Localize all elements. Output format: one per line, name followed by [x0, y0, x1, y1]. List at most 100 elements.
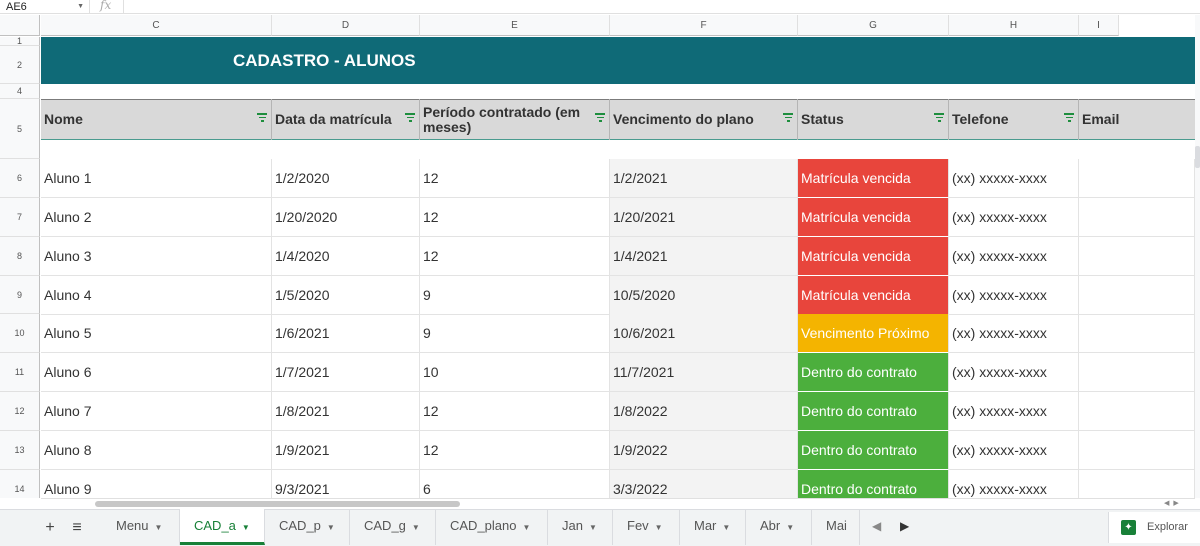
cell-periodo[interactable]: 10	[420, 353, 610, 392]
header-cell-data[interactable]: Data da matrícula	[272, 99, 420, 140]
cell-telefone[interactable]: (xx) xxxxx-xxxx	[949, 198, 1079, 237]
cell-nome[interactable]: Aluno 5	[41, 314, 272, 353]
cell-periodo[interactable]: 12	[420, 159, 610, 198]
column-header-c[interactable]: C	[41, 15, 272, 36]
cell-periodo[interactable]: 6	[420, 470, 610, 498]
cell-data-matricula[interactable]: 9/3/2021	[272, 470, 420, 498]
cell-telefone[interactable]: (xx) xxxxx-xxxx	[949, 159, 1079, 198]
cell-data-matricula[interactable]: 1/9/2021	[272, 431, 420, 470]
cell-nome[interactable]: Aluno 7	[41, 392, 272, 431]
cell-periodo[interactable]: 12	[420, 237, 610, 276]
column-header-i[interactable]: I	[1079, 15, 1119, 36]
cell-email[interactable]	[1079, 276, 1195, 315]
cell-data-matricula[interactable]: 1/2/2020	[272, 159, 420, 198]
filter-icon[interactable]	[595, 113, 605, 123]
column-header-d[interactable]: D	[272, 15, 420, 36]
cell-email[interactable]	[1079, 314, 1195, 353]
filter-icon[interactable]	[783, 113, 793, 123]
row-header-11[interactable]: 11	[0, 353, 40, 392]
cell-periodo[interactable]: 9	[420, 314, 610, 353]
row-header-7[interactable]: 7	[0, 198, 40, 237]
tab-scroll-left-icon[interactable]: ◀	[872, 509, 881, 545]
cell-telefone[interactable]: (xx) xxxxx-xxxx	[949, 431, 1079, 470]
cell-email[interactable]	[1079, 470, 1195, 498]
cell-status[interactable]: Matrícula vencida	[798, 159, 949, 198]
scroll-arrows[interactable]: ◀▶	[1164, 499, 1183, 507]
row-header-10[interactable]: 10	[0, 314, 40, 353]
filter-icon[interactable]	[1064, 113, 1074, 123]
cell-data-matricula[interactable]: 1/7/2021	[272, 353, 420, 392]
explore-button[interactable]: ✦ Explorar	[1108, 512, 1200, 543]
cell-email[interactable]	[1079, 198, 1195, 237]
tab-fev[interactable]: Fev ▼	[613, 509, 680, 545]
cell-nome[interactable]: Aluno 3	[41, 237, 272, 276]
all-sheets-menu-icon[interactable]: ≡	[66, 509, 88, 546]
spreadsheet-grid[interactable]: CADASTRO - ALUNOS C D E F G H I 1 2 4 5 6 7 8 9 10 11 12 1…	[0, 15, 1195, 498]
tab-abr[interactable]: Abr ▼	[746, 509, 812, 545]
cell-periodo[interactable]: 12	[420, 198, 610, 237]
tab-cad-p[interactable]: CAD_p ▼	[265, 509, 350, 545]
cell-telefone[interactable]: (xx) xxxxx-xxxx	[949, 314, 1079, 353]
cell-telefone[interactable]: (xx) xxxxx-xxxx	[949, 353, 1079, 392]
cell-status[interactable]: Matrícula vencida	[798, 198, 949, 237]
row-header-9[interactable]: 9	[0, 276, 40, 314]
select-all-corner[interactable]	[0, 15, 40, 36]
cell-email[interactable]	[1079, 237, 1195, 276]
row-header-1[interactable]: 1	[0, 37, 40, 46]
column-header-f[interactable]: F	[610, 15, 798, 36]
cell-vencimento[interactable]: 1/4/2021	[610, 237, 798, 276]
header-cell-status[interactable]: Status	[798, 99, 949, 140]
row-header-12[interactable]: 12	[0, 392, 40, 431]
cell-vencimento[interactable]: 1/2/2021	[610, 159, 798, 198]
cell-vencimento[interactable]: 10/6/2021	[610, 314, 798, 353]
header-cell-telefone[interactable]: Telefone	[949, 99, 1079, 140]
vertical-scroll-thumb[interactable]	[1195, 146, 1200, 168]
cell-data-matricula[interactable]: 1/5/2020	[272, 276, 420, 315]
cell-status[interactable]: Matrícula vencida	[798, 237, 949, 276]
cell-vencimento[interactable]: 1/20/2021	[610, 198, 798, 237]
cell-vencimento[interactable]: 10/5/2020	[610, 276, 798, 315]
cell-vencimento[interactable]: 1/9/2022	[610, 431, 798, 470]
add-sheet-button[interactable]: +	[40, 509, 60, 546]
column-header-h[interactable]: H	[949, 15, 1079, 36]
cell-data-matricula[interactable]: 1/4/2020	[272, 237, 420, 276]
tab-cad-a[interactable]: CAD_a ▼	[180, 509, 265, 545]
tab-cad-g[interactable]: CAD_g ▼	[350, 509, 436, 545]
tab-menu[interactable]: Menu ▼	[102, 509, 180, 545]
cell-vencimento[interactable]: 3/3/2022	[610, 470, 798, 498]
filter-icon[interactable]	[405, 113, 415, 123]
cell-vencimento[interactable]: 1/8/2022	[610, 392, 798, 431]
filter-icon[interactable]	[934, 113, 944, 123]
cell-email[interactable]	[1079, 159, 1195, 198]
column-header-g[interactable]: G	[798, 15, 949, 36]
vertical-scrollbar[interactable]	[1195, 15, 1200, 498]
tab-mai[interactable]: Mai	[812, 509, 860, 545]
row-header-8[interactable]: 8	[0, 237, 40, 276]
cell-data-matricula[interactable]: 1/6/2021	[272, 314, 420, 353]
row-header-5[interactable]: 5	[0, 99, 40, 159]
cell-data-matricula[interactable]: 1/20/2020	[272, 198, 420, 237]
row-header-6[interactable]: 6	[0, 159, 40, 198]
cell-periodo[interactable]: 9	[420, 276, 610, 315]
cell-status[interactable]: Dentro do contrato	[798, 470, 949, 498]
cell-status[interactable]: Matrícula vencida	[798, 276, 949, 315]
cell-status[interactable]: Dentro do contrato	[798, 392, 949, 431]
cell-nome[interactable]: Aluno 9	[41, 470, 272, 498]
tab-scroll-right-icon[interactable]: ▶	[900, 509, 909, 545]
header-cell-nome[interactable]: Nome	[41, 99, 272, 140]
row-header-4[interactable]: 4	[0, 84, 40, 99]
cell-periodo[interactable]: 12	[420, 392, 610, 431]
cell-email[interactable]	[1079, 431, 1195, 470]
cell-nome[interactable]: Aluno 1	[41, 159, 272, 198]
cell-nome[interactable]: Aluno 2	[41, 198, 272, 237]
cell-email[interactable]	[1079, 353, 1195, 392]
row-header-14[interactable]: 14	[0, 470, 40, 498]
header-cell-vencimento[interactable]: Vencimento do plano	[610, 99, 798, 140]
cell-status[interactable]: Dentro do contrato	[798, 353, 949, 392]
name-box[interactable]: AE6 ▼	[0, 0, 90, 14]
header-cell-período[interactable]: Período contratado (em meses)	[420, 99, 610, 140]
tab-cad-plano[interactable]: CAD_plano ▼	[436, 509, 548, 545]
cell-data-matricula[interactable]: 1/8/2021	[272, 392, 420, 431]
column-header-e[interactable]: E	[420, 15, 610, 36]
cell-vencimento[interactable]: 11/7/2021	[610, 353, 798, 392]
